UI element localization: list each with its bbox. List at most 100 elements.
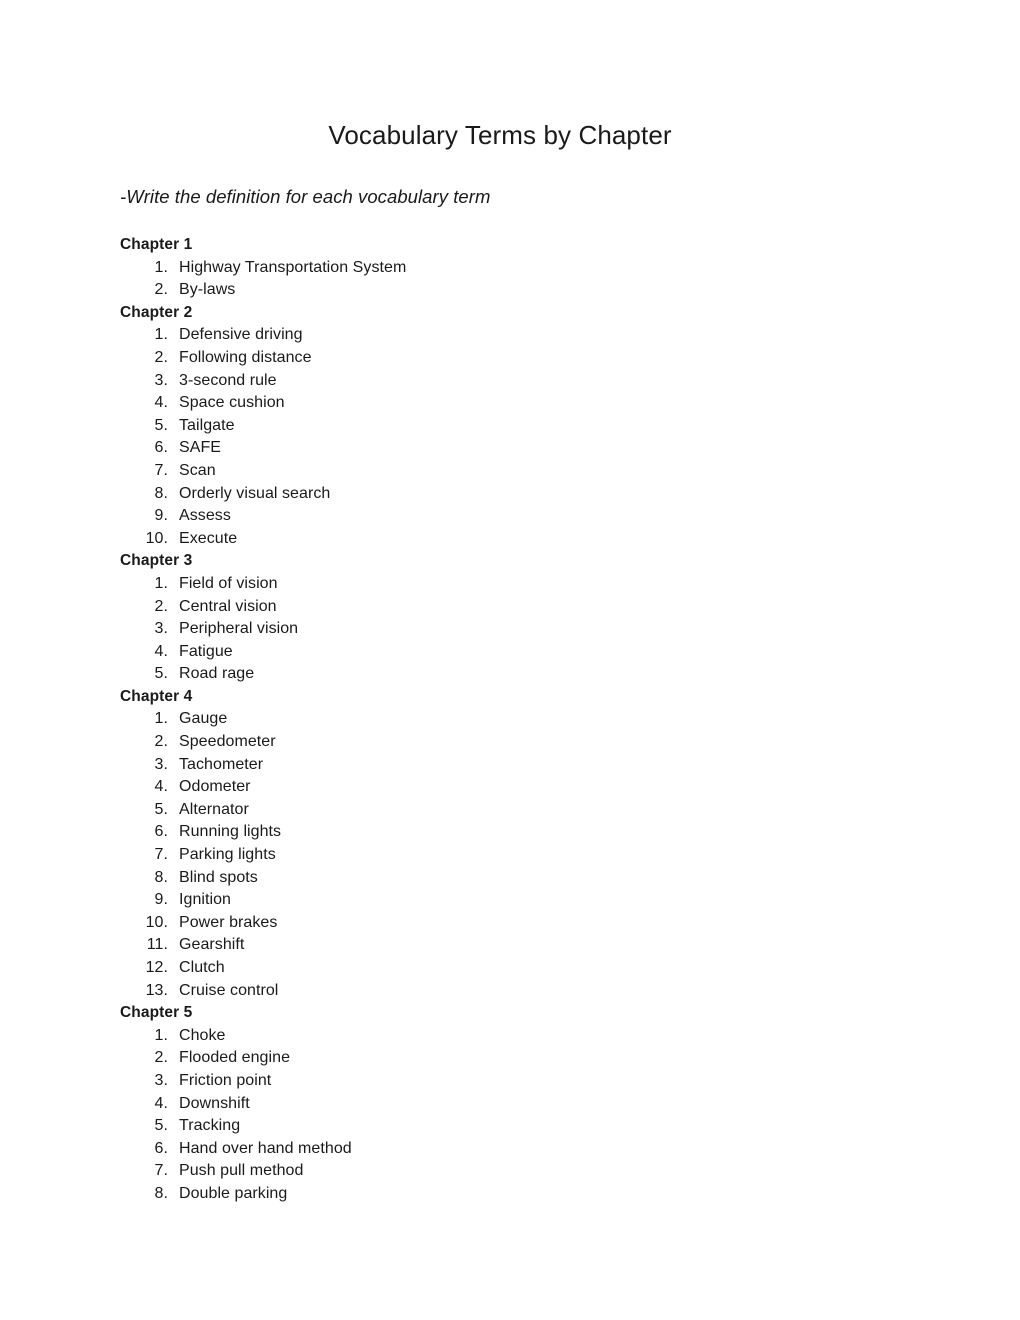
chapter-heading: Chapter 2 bbox=[120, 303, 193, 321]
term-number: 3. bbox=[154, 620, 168, 638]
vocabulary-term-item: 11. Gearshift bbox=[120, 934, 910, 957]
vocabulary-term-item: 4. Fatigue bbox=[120, 641, 910, 664]
term-label: Road rage bbox=[179, 665, 255, 683]
vocabulary-term-item: 13. Cruise control bbox=[120, 980, 910, 1003]
vocabulary-term-item: 5. Tailgate bbox=[120, 415, 910, 438]
term-number: 6. bbox=[154, 439, 168, 457]
term-label: Alternator bbox=[179, 800, 249, 818]
chapter-list: Chapter 1 1. Highway Transportation System… bbox=[120, 234, 910, 1206]
term-number: 5. bbox=[154, 416, 168, 434]
term-label: Peripheral vision bbox=[179, 620, 299, 638]
term-number: 2. bbox=[154, 733, 168, 751]
instruction-line: -Write the definition for each vocabular… bbox=[120, 186, 491, 207]
document-body: Vocabulary Terms by Chapter -Write the d… bbox=[120, 118, 910, 1206]
vocabulary-term-item: 2. By-laws bbox=[120, 279, 910, 302]
term-number: 1. bbox=[154, 710, 168, 728]
term-label: Parking lights bbox=[179, 846, 276, 864]
term-number: 11. bbox=[146, 936, 168, 954]
chapter-heading: Chapter 4 bbox=[120, 687, 193, 705]
chapter-block: Chapter 4 1. Gauge 2. Speedometer 3. Tachomete… bbox=[120, 686, 910, 1002]
vocabulary-term-item: 10. Execute bbox=[120, 528, 910, 551]
vocabulary-term-item: 3. Peripheral vision bbox=[120, 618, 910, 641]
vocabulary-term-item: 7. Push pull method bbox=[120, 1160, 910, 1183]
term-number: 7. bbox=[154, 846, 168, 864]
page-title: Vocabulary Terms by Chapter bbox=[328, 120, 672, 150]
vocabulary-term-item: 10. Power brakes bbox=[120, 912, 910, 935]
term-label: Space cushion bbox=[179, 394, 285, 412]
term-list: 1. Field of vision 2. Central vision 3. Perip… bbox=[120, 573, 910, 686]
term-number: 6. bbox=[154, 1139, 168, 1157]
vocabulary-term-item: 2. Flooded engine bbox=[120, 1047, 910, 1070]
term-number: 6. bbox=[154, 823, 168, 841]
term-number: 5. bbox=[154, 800, 168, 818]
term-label: Friction point bbox=[179, 1071, 272, 1089]
term-label: Cruise control bbox=[179, 981, 279, 999]
vocabulary-term-item: 8. Double parking bbox=[120, 1183, 910, 1206]
term-label: 3-second rule bbox=[179, 371, 277, 389]
term-label: Tachometer bbox=[179, 755, 264, 773]
chapter-heading: Chapter 5 bbox=[120, 1004, 193, 1022]
document-page: Vocabulary Terms by Chapter -Write the d… bbox=[0, 0, 1020, 1320]
vocabulary-term-item: 3. Friction point bbox=[120, 1070, 910, 1093]
term-label: Odometer bbox=[179, 778, 251, 796]
chapter-block: Chapter 3 1. Field of vision 2. Central visi… bbox=[120, 550, 910, 686]
term-number: 3. bbox=[154, 371, 168, 389]
term-number: 13. bbox=[145, 981, 168, 999]
term-label: Downshift bbox=[179, 1094, 250, 1112]
vocabulary-term-item: 4. Space cushion bbox=[120, 392, 910, 415]
term-label: Push pull method bbox=[179, 1162, 304, 1180]
vocabulary-term-item: 2. Following distance bbox=[120, 347, 910, 370]
vocabulary-term-item: 1. Highway Transportation System bbox=[120, 257, 910, 280]
term-number: 4. bbox=[154, 394, 168, 412]
vocabulary-term-item: 6. Running lights bbox=[120, 821, 910, 844]
term-label: Speedometer bbox=[179, 733, 276, 751]
term-label: Tailgate bbox=[179, 416, 235, 434]
vocabulary-term-item: 4. Downshift bbox=[120, 1093, 910, 1116]
term-label: Blind spots bbox=[179, 868, 258, 886]
term-label: Execute bbox=[179, 529, 238, 547]
term-number: 4. bbox=[154, 642, 168, 660]
vocabulary-term-item: 7. Scan bbox=[120, 460, 910, 483]
vocabulary-term-item: 5. Tracking bbox=[120, 1115, 910, 1138]
term-list: 1. Highway Transportation System 2. By-laws bbox=[120, 257, 910, 302]
term-number: 5. bbox=[154, 1117, 168, 1135]
term-label: Gearshift bbox=[179, 936, 245, 954]
term-number: 2. bbox=[154, 348, 168, 366]
term-number: 12. bbox=[145, 959, 168, 976]
term-number: 1. bbox=[154, 326, 168, 344]
term-label: Hand over hand method bbox=[179, 1139, 352, 1157]
term-label: SAFE bbox=[179, 439, 221, 457]
chapter-block: Chapter 1 1. Highway Transportation System… bbox=[120, 234, 910, 302]
vocabulary-term-item: 2. Central vision bbox=[120, 596, 910, 619]
term-label: Clutch bbox=[179, 959, 225, 976]
term-number: 8. bbox=[154, 868, 168, 886]
term-number: 3. bbox=[154, 755, 168, 773]
vocabulary-term-item: 1. Field of vision bbox=[120, 573, 910, 596]
term-number: 2. bbox=[154, 281, 168, 299]
vocabulary-term-item: 9. Assess bbox=[120, 505, 910, 528]
term-number: 1. bbox=[154, 258, 168, 276]
vocabulary-term-item: 7. Parking lights bbox=[120, 844, 910, 867]
term-number: 4. bbox=[154, 778, 168, 796]
chapter-block: Chapter 5 1. Choke 2. Flooded engine 3. Fricti… bbox=[120, 1002, 910, 1205]
term-label: Choke bbox=[179, 1026, 226, 1044]
term-list: 1. Defensive driving 2. Following distance 3… bbox=[120, 324, 910, 550]
vocabulary-term-item: 1. Defensive driving bbox=[120, 324, 910, 347]
term-label: Flooded engine bbox=[179, 1049, 291, 1067]
vocabulary-term-item: 2. Speedometer bbox=[120, 731, 910, 754]
vocabulary-term-item: 3. 3-second rule bbox=[120, 370, 910, 393]
chapter-heading: Chapter 1 bbox=[120, 236, 193, 253]
term-label: Scan bbox=[179, 461, 216, 479]
term-label: Gauge bbox=[179, 710, 228, 728]
term-number: 3. bbox=[154, 1071, 168, 1089]
term-label: Ignition bbox=[179, 891, 231, 909]
vocabulary-term-item: 6. Hand over hand method bbox=[120, 1138, 910, 1161]
term-number: 5. bbox=[154, 665, 168, 683]
term-list: 1. Choke 2. Flooded engine 3. Friction point 4… bbox=[120, 1025, 910, 1206]
term-label: Running lights bbox=[179, 823, 282, 841]
term-number: 10. bbox=[145, 913, 168, 931]
term-number: 7. bbox=[154, 1162, 168, 1180]
vocabulary-term-item: 1. Choke bbox=[120, 1025, 910, 1048]
term-label: Fatigue bbox=[179, 642, 233, 660]
vocabulary-term-item: 8. Blind spots bbox=[120, 867, 910, 890]
